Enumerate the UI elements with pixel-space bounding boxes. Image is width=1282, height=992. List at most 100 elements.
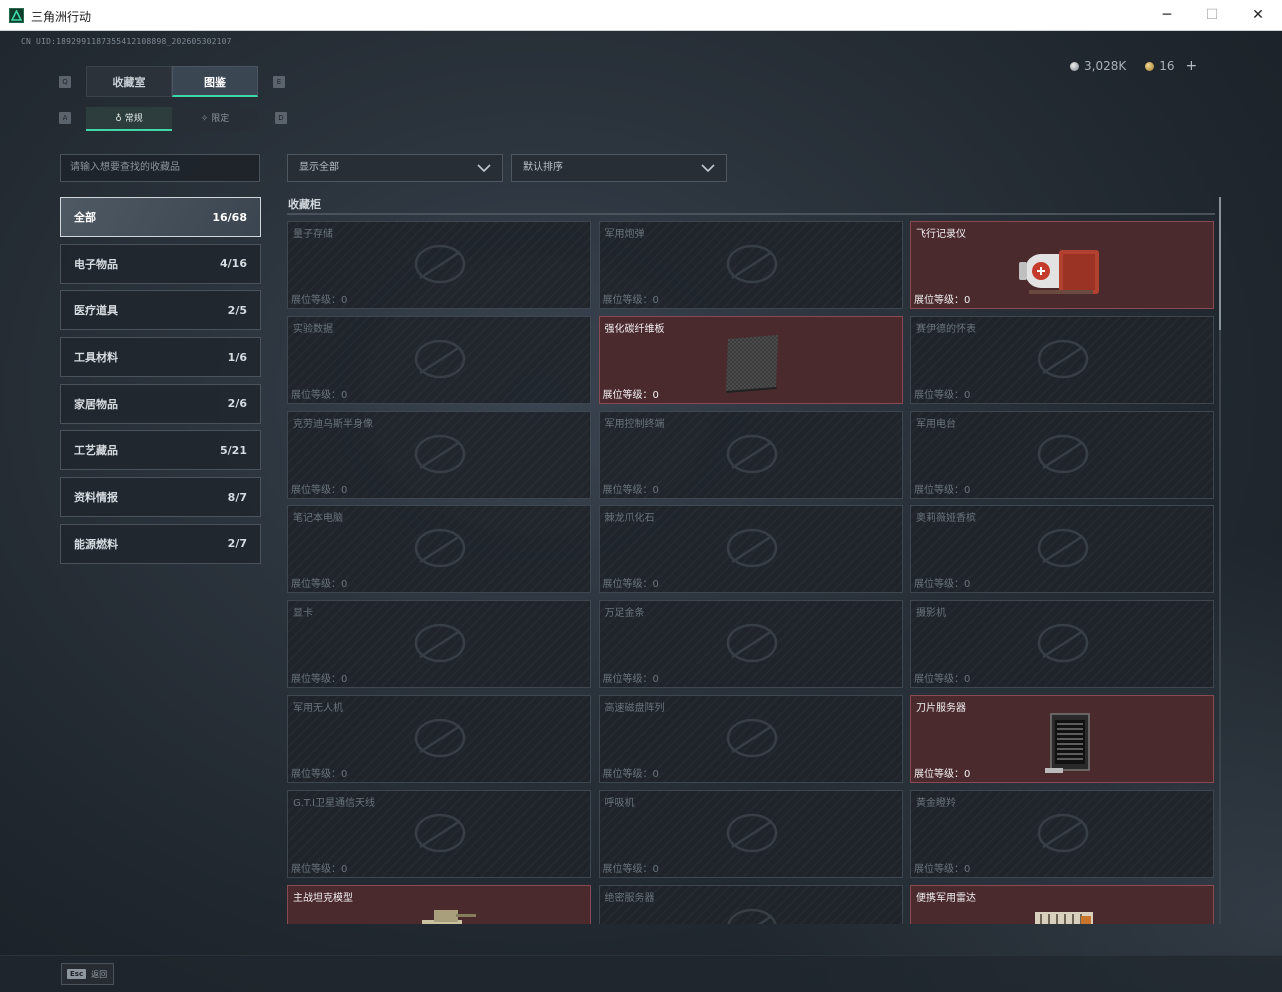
maximize-button[interactable]: ☐ bbox=[1189, 0, 1235, 31]
booth-level-value: 0 bbox=[964, 484, 971, 496]
silver-amount: 3,028K bbox=[1084, 59, 1127, 73]
collection-item-card[interactable]: 笔记本电脑展位等级：0 bbox=[287, 505, 591, 594]
tab-collection-room[interactable]: 收藏室 bbox=[86, 66, 172, 97]
collection-item-card[interactable]: 强化碳纤维板 展位等级：0 bbox=[598, 315, 903, 404]
category-label: 工艺藏品 bbox=[74, 444, 118, 458]
booth-level-label: 展位等级： bbox=[914, 863, 964, 875]
add-currency-button[interactable]: + bbox=[1186, 58, 1198, 74]
category-label: 家居物品 bbox=[74, 397, 118, 411]
close-button[interactable]: ✕ bbox=[1235, 0, 1281, 31]
esc-key-hint: Esc bbox=[67, 969, 87, 979]
key-hint-d: D bbox=[275, 112, 287, 124]
item-name: 高速磁盘阵列 bbox=[604, 703, 665, 714]
item-name: 飞行记录仪 bbox=[916, 229, 966, 240]
tab-catalog[interactable]: 图鉴 bbox=[172, 66, 258, 97]
category-household[interactable]: 家居物品 2/6 bbox=[60, 383, 261, 424]
booth-level-value: 0 bbox=[652, 769, 659, 780]
collection-item-card[interactable]: 军用控制终端 展位等级：0 bbox=[598, 410, 903, 499]
category-label: 全部 bbox=[74, 211, 96, 224]
category-tools[interactable]: 工具材料 1/6 bbox=[60, 337, 261, 378]
collection-item-card[interactable]: 呼吸机 展位等级：0 bbox=[598, 789, 903, 878]
collection-item-card[interactable]: 黄金瞪羚 展位等级：0 bbox=[910, 789, 1214, 878]
tab-limited[interactable]: ✧ 限定 bbox=[172, 107, 258, 131]
booth-level-value: 0 bbox=[341, 484, 348, 496]
primary-tabs: 收藏室 图鉴 bbox=[86, 66, 258, 97]
collection-item-card[interactable]: 棘龙爪化石 展位等级：0 bbox=[598, 505, 903, 594]
category-all[interactable]: 全部 16/68 bbox=[60, 197, 261, 237]
booth-level-label: 展位等级： bbox=[602, 579, 653, 591]
booth-level: 展位等级：0 bbox=[914, 481, 970, 496]
booth-level: 展位等级：0 bbox=[603, 670, 659, 685]
booth-level-label: 展位等级： bbox=[914, 674, 964, 686]
category-medical[interactable]: 医疗道具 2/5 bbox=[60, 290, 261, 331]
booth-level: 展位等级：0 bbox=[603, 765, 659, 780]
category-list: 全部 16/68 电子物品 4/16 医疗道具 2/5 工具材料 1/6 家居物品 2/6… bbox=[60, 197, 261, 571]
booth-level-label: 展位等级： bbox=[291, 579, 341, 591]
category-electronics[interactable]: 电子物品 4/16 bbox=[60, 243, 261, 284]
category-count: 4/16 bbox=[220, 257, 247, 271]
back-button[interactable]: Esc 返回 bbox=[61, 963, 114, 985]
collection-item-card[interactable]: 军用无人机 展位等级：0 bbox=[287, 695, 591, 783]
collection-item-card[interactable]: 刀片服务器 展位等级：0 bbox=[910, 695, 1214, 783]
collection-grid: 量子存储 展位等级：0 军用炮弹 展位等级：0 飞行记录仪 展位等级：0 实验数据 展位等级：… bbox=[287, 221, 1214, 924]
collection-item-card[interactable]: 显卡 展位等级：0 bbox=[287, 600, 591, 689]
collection-item-card[interactable]: 便携军用雷达展位等级：0 bbox=[910, 884, 1214, 924]
back-label: 返回 bbox=[91, 969, 108, 979]
item-name: 克劳迪乌斯半身像 bbox=[293, 418, 373, 430]
gold-coin-icon bbox=[1145, 61, 1155, 71]
collection-item-card[interactable]: 量子存储 展位等级：0 bbox=[287, 221, 591, 309]
category-label: 电子物品 bbox=[74, 257, 118, 271]
item-name: 棘龙爪化石 bbox=[604, 513, 655, 525]
booth-level: 展位等级：0 bbox=[914, 386, 970, 401]
booth-level-value: 0 bbox=[964, 295, 971, 306]
collection-item-card[interactable]: 高速磁盘阵列展位等级：0 bbox=[598, 695, 903, 783]
collection-item-card[interactable]: G.T.I卫星通信天线 展位等级：0 bbox=[287, 789, 591, 878]
scrollbar-thumb[interactable] bbox=[1219, 197, 1221, 330]
gold-amount: 16 bbox=[1159, 59, 1175, 73]
collection-item-card[interactable]: 摄影机 展位等级：0 bbox=[910, 600, 1214, 689]
item-name: 笔记本电脑 bbox=[293, 513, 343, 525]
booth-level-value: 0 bbox=[341, 579, 348, 591]
booth-level: 展位等级：0 bbox=[291, 291, 347, 306]
search-input[interactable]: 请输入想要查找的收藏品 bbox=[60, 154, 260, 182]
sort-dropdown[interactable]: 默认排序 bbox=[511, 154, 727, 182]
booth-level-label: 展位等级： bbox=[602, 674, 653, 686]
collection-item-card[interactable]: 军用炮弹 展位等级：0 bbox=[598, 221, 903, 309]
booth-level-label: 展位等级： bbox=[914, 769, 964, 780]
category-intel[interactable]: 资料情报 8/7 bbox=[60, 477, 261, 518]
collection-item-card[interactable]: 军用电台展位等级：0 bbox=[910, 410, 1214, 499]
collection-item-card[interactable]: 实验数据 展位等级：0 bbox=[287, 315, 591, 404]
item-name: 显卡 bbox=[293, 608, 313, 620]
item-name: 摄影机 bbox=[916, 608, 946, 620]
minimize-button[interactable]: ─ bbox=[1144, 0, 1190, 31]
category-crafts[interactable]: 工艺藏品 5/21 bbox=[60, 430, 261, 471]
collection-item-card[interactable]: 克劳迪乌斯半身像 展位等级：0 bbox=[287, 410, 591, 499]
collection-item-card[interactable]: 绝密服务器展位等级：0 bbox=[598, 884, 903, 924]
category-label: 能源燃料 bbox=[74, 537, 118, 551]
hanger-icon: ♁ bbox=[115, 114, 122, 124]
window-title-bar: 三角洲行动 ─ ☐ ✕ bbox=[0, 0, 1282, 31]
booth-level-label: 展位等级： bbox=[291, 484, 341, 496]
item-name: 军用控制终端 bbox=[604, 418, 665, 430]
item-name: 实验数据 bbox=[293, 323, 333, 335]
tab-regular[interactable]: ♁ 常规 bbox=[86, 107, 172, 131]
collection-item-card[interactable]: 飞行记录仪展位等级：0 bbox=[910, 221, 1214, 309]
item-name: 军用电台 bbox=[916, 418, 956, 430]
collection-item-card[interactable]: 赛伊德的怀表 展位等级：0 bbox=[910, 315, 1214, 404]
booth-level: 展位等级：0 bbox=[914, 291, 970, 306]
category-energy[interactable]: 能源燃料 2/7 bbox=[60, 523, 261, 564]
booth-level-label: 展位等级： bbox=[914, 295, 964, 306]
collection-item-card[interactable]: 奥莉薇娅香槟 展位等级：0 bbox=[910, 505, 1214, 594]
item-name: 呼吸机 bbox=[604, 797, 635, 809]
booth-level-label: 展位等级： bbox=[602, 389, 653, 401]
filter-dropdown[interactable]: 显示全部 bbox=[287, 154, 503, 182]
collection-item-card[interactable]: 万足金条 展位等级：0 bbox=[598, 600, 903, 689]
item-name: 刀片服务器 bbox=[916, 703, 966, 714]
collection-item-card[interactable]: 主战坦克模型展位等级：0 bbox=[287, 884, 591, 924]
item-name: 赛伊德的怀表 bbox=[916, 323, 976, 335]
booth-level-label: 展位等级： bbox=[291, 389, 341, 401]
key-hint-q: Q bbox=[59, 76, 71, 88]
category-label: 工具材料 bbox=[74, 351, 118, 365]
booth-level: 展位等级：0 bbox=[914, 575, 970, 590]
booth-level-value: 0 bbox=[964, 389, 971, 401]
